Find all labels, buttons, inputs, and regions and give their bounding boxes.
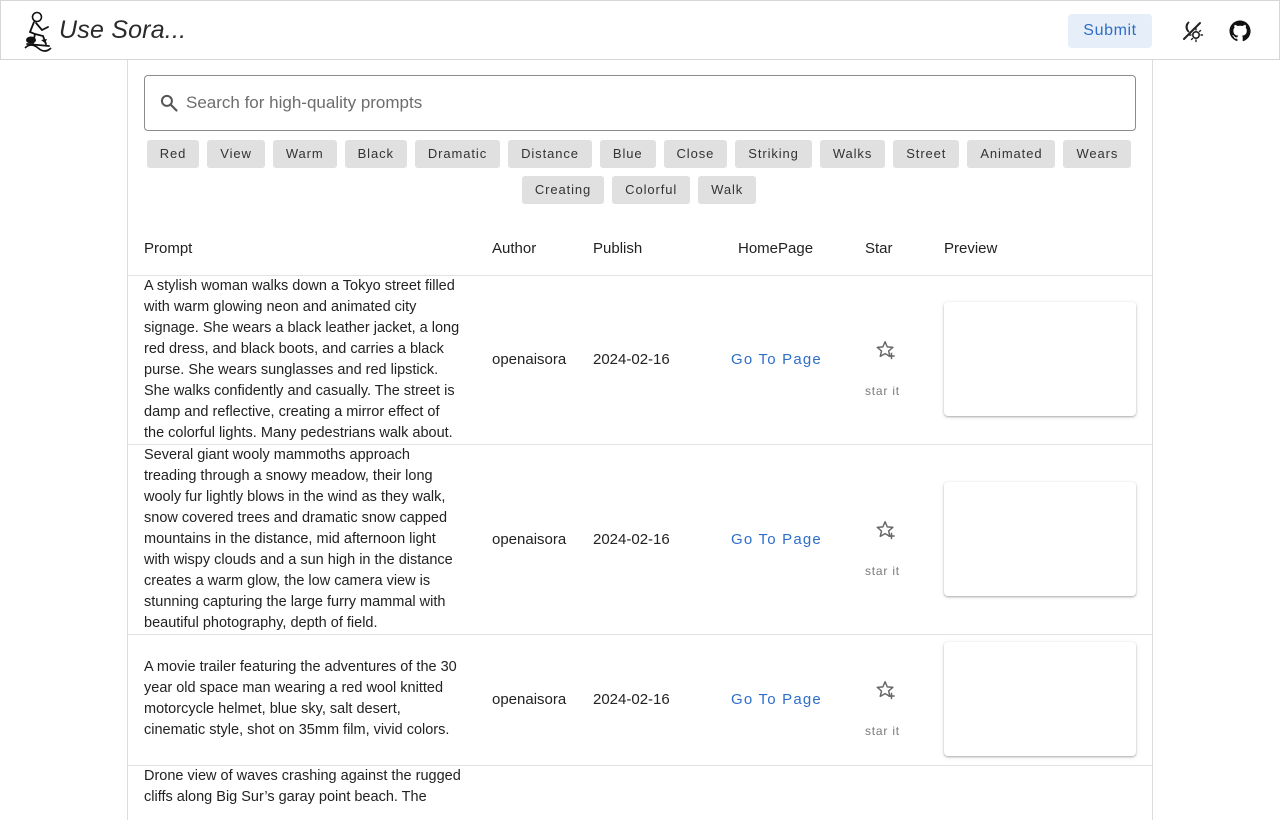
star-add-icon[interactable] (875, 339, 897, 361)
video-preview[interactable] (944, 642, 1136, 756)
star-add-icon[interactable] (875, 679, 897, 701)
tag-chip[interactable]: Warm (272, 140, 337, 168)
video-preview[interactable] (944, 482, 1136, 596)
prompt-text: A movie trailer featuring the adventures… (144, 659, 457, 738)
star-it-label[interactable]: star it (865, 564, 900, 578)
column-header-author: Author (492, 240, 537, 257)
table-row: A movie trailer featuring the adventures… (128, 635, 1152, 766)
star-add-icon[interactable] (875, 519, 897, 541)
search-input[interactable] (186, 76, 1116, 130)
tag-chip[interactable]: Animated (967, 140, 1056, 168)
tag-chip[interactable]: Dramatic (414, 140, 501, 168)
tag-chip[interactable]: Colorful (612, 176, 691, 204)
tag-chip[interactable]: View (207, 140, 265, 168)
column-header-homepage: HomePage (738, 240, 814, 257)
publish-date-cell: 2024-02-16 (593, 691, 670, 708)
tag-chip[interactable]: Red (146, 140, 200, 168)
author-cell: openaisora (492, 531, 567, 548)
github-icon[interactable] (1228, 19, 1252, 43)
publish-date-cell: 2024-02-16 (593, 531, 670, 548)
tag-chip[interactable]: Distance (508, 140, 592, 168)
table-header: Prompt Author Publish HomePage Star Prev… (128, 223, 1152, 276)
tag-chip[interactable]: Walk (698, 176, 757, 204)
tag-chip[interactable]: Black (344, 140, 407, 168)
column-header-preview: Preview (944, 240, 998, 257)
tag-chip[interactable]: Walks (819, 140, 886, 168)
go-to-page-link[interactable]: Go To Page (731, 531, 822, 548)
tag-chip[interactable]: Creating (521, 176, 605, 204)
column-header-publish: Publish (593, 240, 643, 257)
go-to-page-link[interactable]: Go To Page (731, 691, 822, 708)
tag-chip[interactable]: Wears (1063, 140, 1132, 168)
top-app-bar: Use Sora... Submit (0, 0, 1280, 60)
theme-toggle-icon[interactable] (1180, 19, 1204, 43)
tag-chip[interactable]: Close (663, 140, 728, 168)
publish-date-cell: 2024-02-16 (593, 351, 670, 368)
main-panel: Red View Warm Black Dramatic Distance Bl… (127, 60, 1153, 820)
search-icon (160, 94, 178, 112)
tag-list: Red View Warm Black Dramatic Distance Bl… (144, 140, 1134, 204)
table-row: A stylish woman walks down a Tokyo stree… (128, 276, 1152, 445)
column-header-prompt: Prompt (144, 240, 193, 257)
tag-chip[interactable]: Street (893, 140, 960, 168)
go-to-page-link[interactable]: Go To Page (731, 351, 822, 368)
submit-button[interactable]: Submit (1068, 14, 1152, 48)
table-row: Drone view of waves crashing against the… (128, 766, 1152, 826)
prompt-text: A stylish woman walks down a Tokyo stree… (144, 278, 460, 441)
logo-icon[interactable] (21, 10, 55, 52)
author-cell: openaisora (492, 691, 567, 708)
video-preview[interactable] (944, 302, 1136, 416)
tag-chip[interactable]: Blue (599, 140, 656, 168)
column-header-star: Star (865, 240, 893, 257)
table-row: Several giant wooly mammoths approach tr… (128, 445, 1152, 635)
author-cell: openaisora (492, 351, 567, 368)
prompt-text: Drone view of waves crashing against the… (144, 768, 461, 805)
star-it-label[interactable]: star it (865, 384, 900, 398)
prompt-text: Several giant wooly mammoths approach tr… (144, 447, 453, 631)
app-title[interactable]: Use Sora... (59, 16, 186, 45)
star-it-label[interactable]: star it (865, 724, 900, 738)
tag-chip[interactable]: Striking (735, 140, 812, 168)
search-box[interactable] (144, 75, 1136, 131)
